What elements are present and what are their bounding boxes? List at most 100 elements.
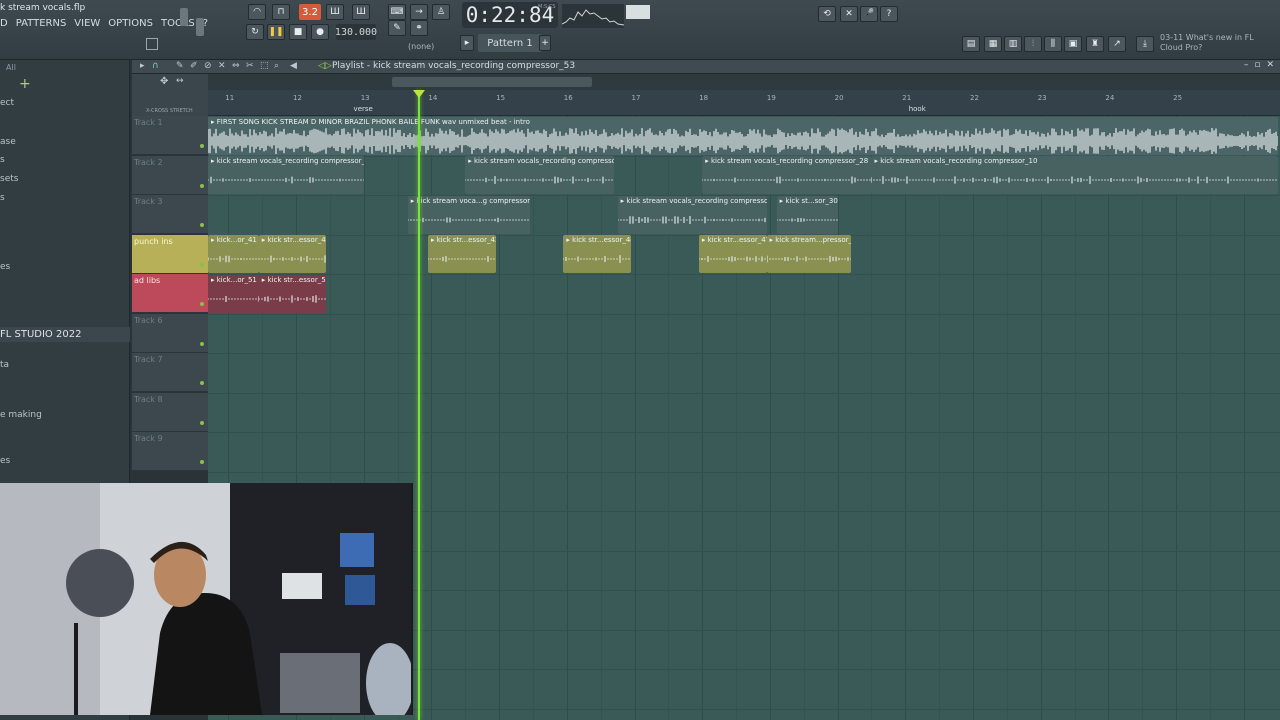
track-mute-led[interactable] (200, 302, 204, 306)
track-name[interactable]: Track 3 (134, 197, 163, 206)
menu-arrow-icon[interactable]: ▸ (140, 61, 145, 71)
browser-filter-all[interactable]: All (6, 63, 16, 72)
time-marker-hook[interactable]: hook (909, 105, 926, 113)
maximize-icon[interactable]: ▫ (1254, 60, 1260, 70)
close-icon[interactable]: ✕ (1266, 60, 1274, 70)
master-volume-knob[interactable] (180, 8, 188, 26)
audio-clip[interactable]: ▸ kick stream voca...g compressor_19 (407, 195, 530, 234)
audio-clip[interactable]: ▸ FIRST SONG KICK STREAM D MINOR BRAZIL … (208, 116, 1278, 155)
track-name[interactable]: Track 9 (134, 434, 163, 443)
slip-tool-icon[interactable]: ⇔ (232, 61, 240, 71)
news-panel[interactable]: 03-11 What's new in FL Cloud Pro? (1160, 33, 1270, 53)
blend-notes-icon[interactable]: Ш (352, 4, 370, 20)
playlist-window-icon[interactable]: ▤ (962, 36, 980, 52)
track-mute-led[interactable] (200, 144, 204, 148)
bar-number[interactable]: 25 (1173, 94, 1182, 102)
audio-clip[interactable]: ▸ kick str...essor_53 (258, 274, 327, 313)
track-name[interactable]: Track 2 (134, 158, 163, 167)
select-tool-icon[interactable]: ⬚ (260, 61, 269, 71)
magnet-icon[interactable]: ∩ (152, 61, 159, 71)
track-name[interactable]: Track 6 (134, 316, 163, 325)
link-icon[interactable]: ⚭ (410, 20, 428, 36)
undo-icon[interactable]: ⟲ (818, 6, 836, 22)
bar-number[interactable]: 20 (835, 94, 844, 102)
track-mute-led[interactable] (200, 223, 204, 227)
menu-options[interactable]: OPTIONS (108, 18, 153, 34)
track-mute-led[interactable] (200, 420, 204, 425)
track-name[interactable]: Track 1 (134, 118, 163, 127)
equalizer-icon[interactable]: ⫼ (1044, 36, 1062, 52)
bar-number[interactable]: 13 (361, 94, 370, 102)
track-name[interactable]: Track 7 (134, 355, 163, 364)
menu-file[interactable]: D (0, 18, 8, 34)
audio-clip[interactable]: ▸ kick stream...pressor_48 (766, 235, 852, 273)
bar-number[interactable]: 17 (632, 94, 641, 102)
audio-clip[interactable]: ▸ kick str...essor_47 (698, 235, 767, 273)
bar-number[interactable]: 14 (428, 94, 437, 102)
add-pattern-icon[interactable]: + (539, 35, 551, 51)
browser-item[interactable]: FL STUDIO 2022 (0, 327, 130, 342)
bar-number[interactable]: 18 (699, 94, 708, 102)
track-name[interactable]: punch ins (134, 237, 173, 246)
audio-clip[interactable]: ▸ kick stream vocals_recording compresso… (871, 156, 1278, 194)
track-mute-led[interactable] (200, 183, 204, 188)
track-header[interactable]: ad libs (132, 274, 208, 313)
view-toggle-icon[interactable] (146, 38, 158, 50)
time-marker-verse[interactable]: verse (354, 105, 373, 113)
play-icon[interactable]: ❚❚ (267, 24, 285, 40)
channel-rack-icon[interactable]: ▥ (1004, 36, 1022, 52)
countdown-display[interactable]: 3.2 (299, 4, 321, 20)
browser-item[interactable]: s (0, 155, 5, 165)
track-header[interactable]: Track 7 (132, 353, 208, 392)
stop-icon[interactable]: ■ (289, 24, 307, 40)
wait-input-icon[interactable]: ♙ (432, 4, 450, 20)
audio-clip[interactable]: ▸ kick str...essor_42 (258, 235, 327, 273)
browser-item[interactable]: es (0, 262, 10, 272)
audio-clip[interactable]: ▸ kick st...sor_30 (776, 195, 838, 234)
pattern-none-label[interactable]: (none) (408, 42, 434, 51)
track-header[interactable]: Track 8 (132, 392, 208, 432)
track-header[interactable]: Track 3 (132, 195, 208, 234)
audio-clip[interactable]: ▸ kick stream vocals_recording compresso… (702, 156, 872, 194)
pattern-selector[interactable]: Pattern 1 (478, 34, 542, 52)
draw-tool-icon[interactable]: ✎ (176, 61, 184, 71)
audio-clip[interactable]: ▸ kick stream vocals_recording compresso… (617, 195, 767, 234)
track-header[interactable]: punch ins (132, 234, 208, 274)
playhead-marker[interactable] (413, 90, 425, 98)
plugin-picker-icon[interactable]: ♜ (1086, 36, 1104, 52)
browser-item[interactable]: ta (0, 360, 9, 370)
browser-add-icon[interactable]: + (19, 76, 31, 92)
bar-number[interactable]: 19 (767, 94, 776, 102)
paint-tool-icon[interactable]: ✐ (190, 61, 198, 71)
mixer-window-icon[interactable]: ⫶ (1024, 36, 1042, 52)
typing-keyboard-icon[interactable]: ⌨ (388, 4, 406, 20)
browser-item[interactable]: sets (0, 174, 18, 184)
minimize-icon[interactable]: – (1244, 60, 1249, 70)
timeline-ruler[interactable]: 11 12 13 14 15 16 17 18 19 20 21 22 23 24 25 verse hook (208, 90, 1280, 116)
bar-number[interactable]: 24 (1105, 94, 1114, 102)
audio-clip[interactable]: ▸ kick...or_41 (208, 235, 259, 273)
slice-tool-icon[interactable]: ✂ (246, 61, 254, 71)
step-edit-icon[interactable]: Ш (326, 4, 344, 20)
help-icon[interactable]: ? (880, 6, 898, 22)
browser-item[interactable]: ect (0, 98, 14, 108)
audio-clip[interactable]: ▸ kick...or_51 (208, 274, 259, 313)
track-name[interactable]: Track 8 (134, 395, 163, 404)
track-header[interactable]: Track 2 (132, 155, 208, 195)
loop-record-icon[interactable]: ↻ (246, 24, 264, 40)
pattern-scroll-icon[interactable]: ↔ (176, 76, 184, 86)
mixer-fx-icon[interactable]: ✕ (840, 6, 858, 22)
mute-tool-icon[interactable]: ✕ (218, 61, 226, 71)
scroll-thumb[interactable] (392, 77, 592, 87)
audio-clip[interactable]: ▸ kick stream vocals_recording compresso… (208, 156, 364, 194)
pencil-icon[interactable]: ✎ (388, 20, 406, 36)
pattern-song-icon[interactable]: ◠ (248, 4, 266, 20)
master-pitch-knob[interactable] (196, 18, 204, 36)
track-header[interactable]: Track 1 (132, 116, 208, 155)
browser-item[interactable]: e making (0, 410, 42, 420)
browser-item[interactable]: ase (0, 137, 16, 147)
menu-patterns[interactable]: PATTERNS (16, 18, 67, 34)
delete-tool-icon[interactable]: ⊘ (204, 61, 212, 71)
bar-number[interactable]: 21 (902, 94, 911, 102)
bar-number[interactable]: 12 (293, 94, 302, 102)
